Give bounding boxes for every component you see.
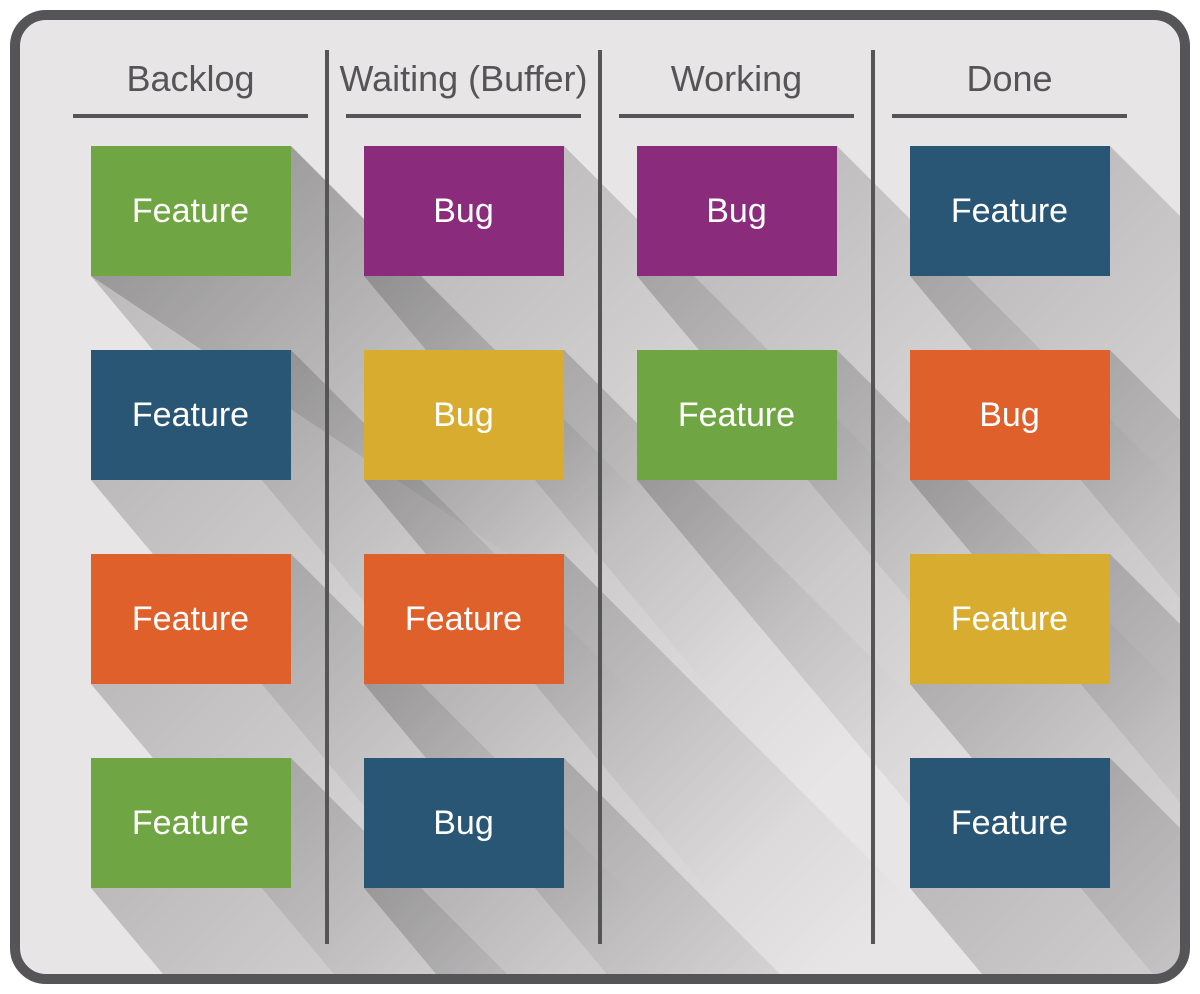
kanban-card[interactable]: Bug bbox=[910, 350, 1110, 480]
card-label: Bug bbox=[979, 396, 1040, 435]
card-slot: Bug bbox=[637, 146, 837, 276]
card-slot: Bug bbox=[910, 350, 1110, 480]
column-cards: Bug Feature bbox=[612, 146, 861, 480]
kanban-card[interactable]: Bug bbox=[364, 350, 564, 480]
kanban-card[interactable]: Bug bbox=[364, 758, 564, 888]
column-cards: Feature Bug Feature Feature bbox=[885, 146, 1134, 888]
kanban-card[interactable]: Feature bbox=[364, 554, 564, 684]
card-label: Feature bbox=[678, 396, 795, 435]
column-title: Waiting (Buffer) bbox=[339, 50, 588, 114]
kanban-board: Backlog Feature Feature Feature Feature bbox=[10, 10, 1190, 984]
card-label: Bug bbox=[433, 192, 494, 231]
card-slot: Feature bbox=[364, 554, 564, 684]
card-label: Bug bbox=[433, 396, 494, 435]
kanban-card[interactable]: Feature bbox=[91, 146, 291, 276]
card-label: Feature bbox=[405, 600, 522, 639]
column-working: Working Bug Feature bbox=[598, 50, 871, 944]
card-label: Feature bbox=[951, 804, 1068, 843]
card-slot: Feature bbox=[91, 146, 291, 276]
card-slot: Feature bbox=[637, 350, 837, 480]
column-underline bbox=[73, 114, 307, 118]
column-title: Working bbox=[612, 50, 861, 114]
card-label: Feature bbox=[132, 192, 249, 231]
column-title: Done bbox=[885, 50, 1134, 114]
column-done: Done Feature Bug Feature Feature bbox=[871, 50, 1144, 944]
card-slot: Feature bbox=[91, 554, 291, 684]
card-label: Bug bbox=[706, 192, 767, 231]
column-underline bbox=[346, 114, 580, 118]
column-title: Backlog bbox=[66, 50, 315, 114]
card-label: Feature bbox=[951, 192, 1068, 231]
kanban-card[interactable]: Feature bbox=[91, 758, 291, 888]
kanban-card[interactable]: Bug bbox=[364, 146, 564, 276]
kanban-card[interactable]: Feature bbox=[910, 146, 1110, 276]
column-backlog: Backlog Feature Feature Feature Feature bbox=[56, 50, 325, 944]
card-slot: Feature bbox=[91, 350, 291, 480]
card-slot: Feature bbox=[910, 554, 1110, 684]
card-label: Feature bbox=[132, 804, 249, 843]
kanban-card[interactable]: Feature bbox=[910, 554, 1110, 684]
kanban-card[interactable]: Feature bbox=[91, 554, 291, 684]
card-label: Feature bbox=[132, 600, 249, 639]
column-underline bbox=[619, 114, 853, 118]
card-label: Feature bbox=[132, 396, 249, 435]
card-slot: Bug bbox=[364, 350, 564, 480]
column-waiting: Waiting (Buffer) Bug Bug Feature Bug bbox=[325, 50, 598, 944]
kanban-card[interactable]: Feature bbox=[910, 758, 1110, 888]
card-slot: Feature bbox=[910, 146, 1110, 276]
column-underline bbox=[892, 114, 1126, 118]
card-slot: Feature bbox=[910, 758, 1110, 888]
kanban-card[interactable]: Bug bbox=[637, 146, 837, 276]
card-label: Feature bbox=[951, 600, 1068, 639]
card-slot: Bug bbox=[364, 758, 564, 888]
column-cards: Feature Feature Feature Feature bbox=[66, 146, 315, 888]
card-label: Bug bbox=[433, 804, 494, 843]
card-slot: Feature bbox=[91, 758, 291, 888]
kanban-card[interactable]: Feature bbox=[91, 350, 291, 480]
card-slot: Bug bbox=[364, 146, 564, 276]
column-cards: Bug Bug Feature Bug bbox=[339, 146, 588, 888]
kanban-card[interactable]: Feature bbox=[637, 350, 837, 480]
kanban-columns: Backlog Feature Feature Feature Feature bbox=[56, 50, 1144, 944]
